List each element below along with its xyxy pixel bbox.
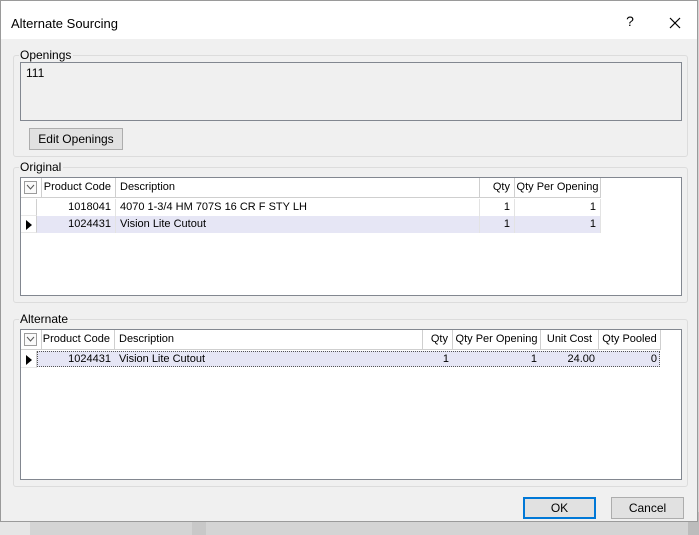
col-header-qty[interactable]: Qty [423,330,453,350]
table-row-selected[interactable]: 1024431 Vision Lite Cutout 1 1 [21,216,601,233]
col-header-qty-per-opening[interactable]: Qty Per Opening [515,178,601,198]
row-indicator[interactable] [21,216,37,233]
openings-legend: Openings [19,48,74,62]
cell-qty-per-opening[interactable]: 1 [515,199,601,216]
column-chooser-button[interactable] [24,333,37,346]
close-button[interactable] [661,11,689,35]
current-row-arrow-icon [26,220,32,230]
col-header-product-code[interactable]: Product Code [42,330,115,350]
cell-unit-cost[interactable]: 24.00 [541,351,599,368]
table-row[interactable]: 1018041 4070 1-3/4 HM 707S 16 CR F STY L… [21,199,601,216]
cell-description[interactable]: 4070 1-3/4 HM 707S 16 CR F STY LH [116,199,480,216]
col-header-qty-per-opening[interactable]: Qty Per Opening [453,330,541,350]
col-header-description[interactable]: Description [116,178,480,198]
openings-list[interactable]: 111 [20,62,682,121]
chevron-down-icon [26,336,35,342]
column-chooser-button[interactable] [24,181,37,194]
title-bar: Alternate Sourcing ? [1,1,697,39]
col-header-description[interactable]: Description [115,330,423,350]
background-window-strip [0,522,30,535]
cell-qty[interactable]: 1 [480,216,515,233]
cell-qty[interactable]: 1 [423,351,453,368]
chevron-down-icon [26,184,35,190]
current-row-arrow-icon [26,355,32,365]
cell-description[interactable]: Vision Lite Cutout [116,216,480,233]
col-header-unit-cost[interactable]: Unit Cost [541,330,599,350]
alternate-grid[interactable]: Product Code Description Qty Qty Per Ope… [20,329,682,480]
col-header-qty-pooled[interactable]: Qty Pooled [599,330,661,350]
cell-qty-per-opening[interactable]: 1 [453,351,541,368]
help-button[interactable]: ? [621,13,639,33]
grid-corner [21,178,42,198]
cell-product-code[interactable]: 1024431 [37,216,116,233]
row-indicator[interactable] [21,199,37,216]
row-indicator[interactable] [21,351,37,368]
window-title: Alternate Sourcing [11,16,118,31]
cell-product-code[interactable]: 1018041 [37,199,116,216]
grid-corner [21,330,42,350]
alternate-sourcing-dialog: Alternate Sourcing ? Openings 111 Edit O… [0,0,698,522]
original-grid[interactable]: Product Code Description Qty Qty Per Ope… [20,177,682,296]
cell-product-code[interactable]: 1024431 [37,351,115,368]
original-legend: Original [19,160,64,174]
alternate-legend: Alternate [19,312,71,326]
col-header-qty[interactable]: Qty [480,178,515,198]
ok-button[interactable]: OK [523,497,596,519]
edit-openings-button[interactable]: Edit Openings [29,128,123,150]
col-header-product-code[interactable]: Product Code [42,178,116,198]
cell-qty-pooled[interactable]: 0 [599,351,661,368]
cell-qty-per-opening[interactable]: 1 [515,216,601,233]
table-row-selected[interactable]: 1024431 Vision Lite Cutout 1 1 24.00 0 [21,351,661,368]
close-icon [669,17,681,29]
openings-value: 111 [26,66,45,80]
cancel-button[interactable]: Cancel [611,497,684,519]
cell-description[interactable]: Vision Lite Cutout [115,351,423,368]
cell-qty[interactable]: 1 [480,199,515,216]
background-scrollbar [192,522,206,535]
